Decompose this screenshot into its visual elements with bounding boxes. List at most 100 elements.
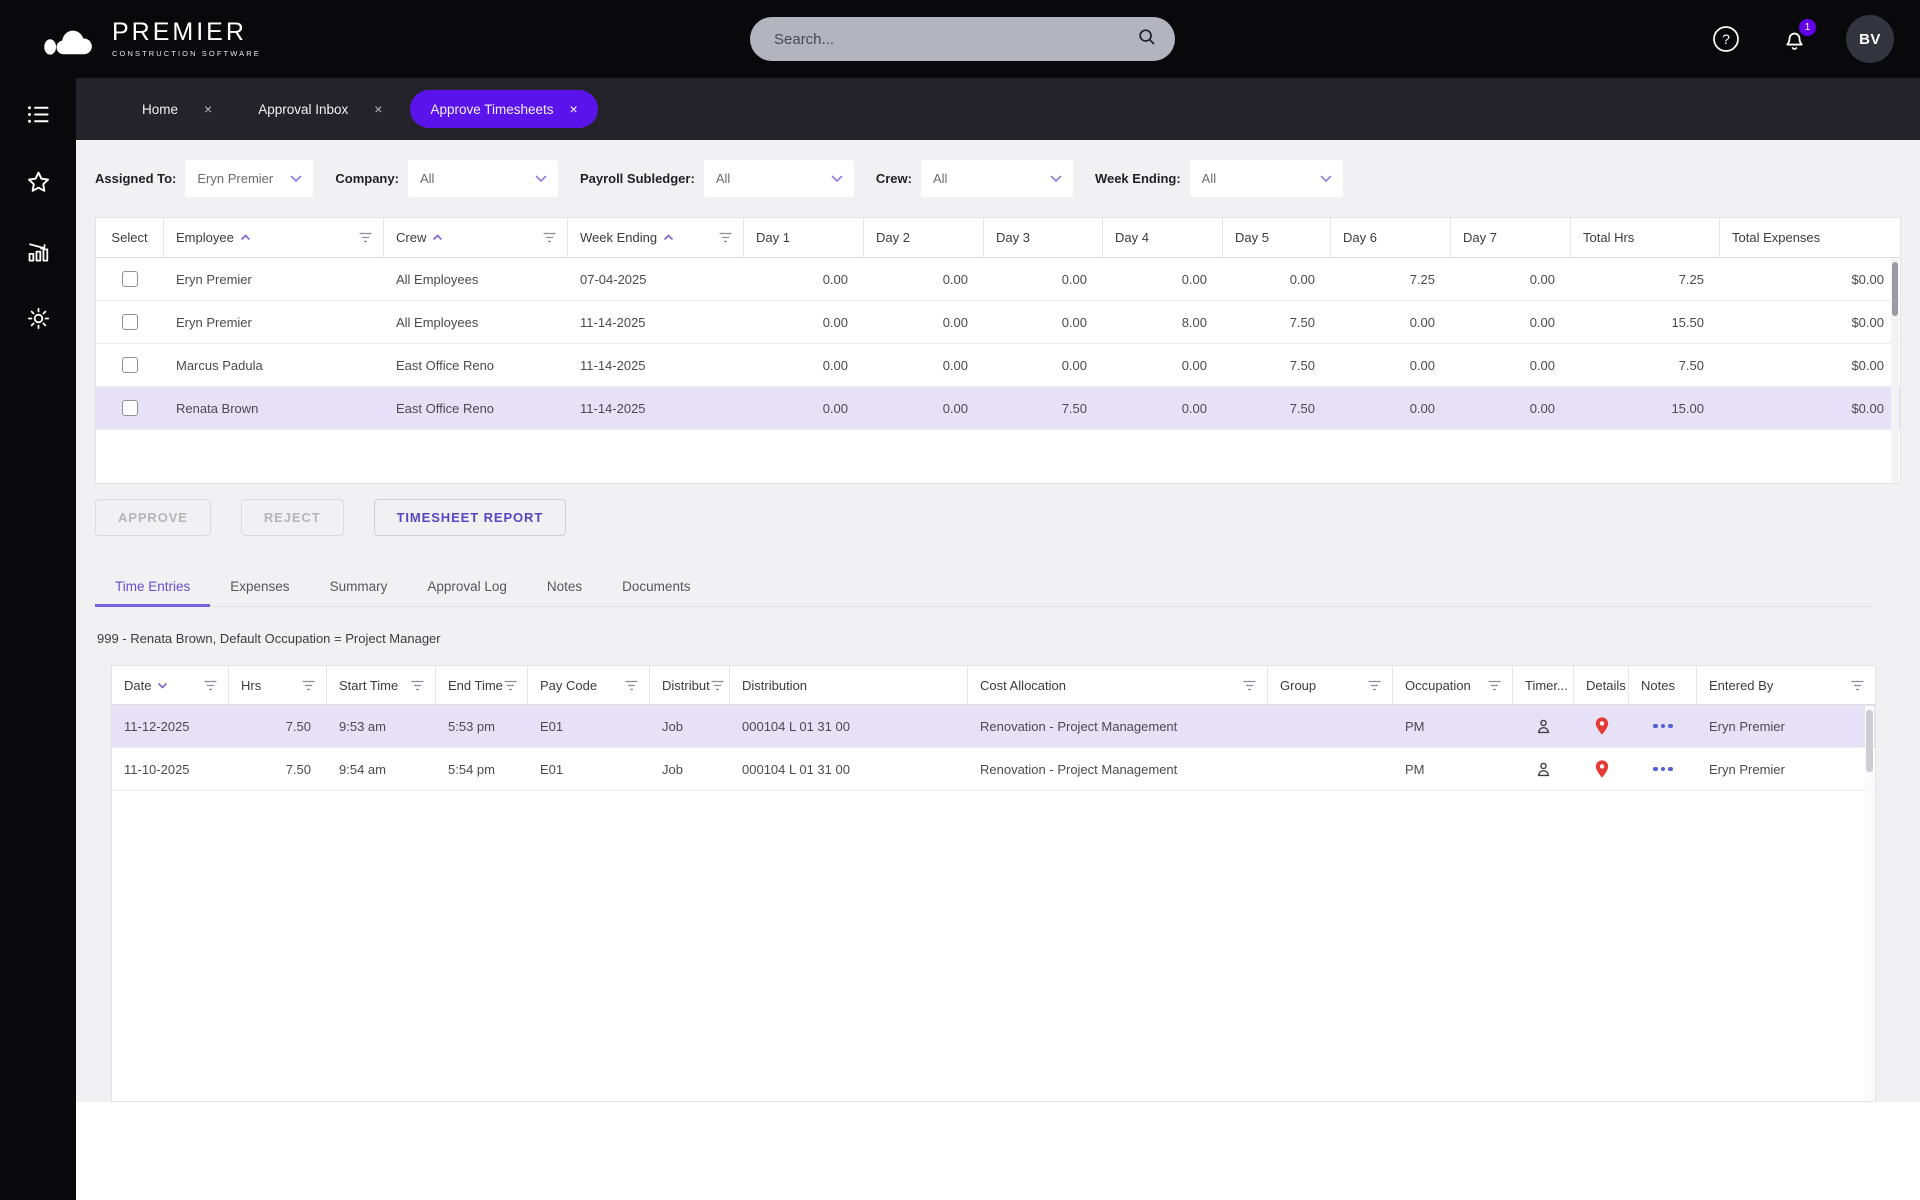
filter-icon: [301, 679, 316, 692]
row-checkbox[interactable]: [122, 400, 138, 416]
day-cell: 0.00: [1103, 387, 1223, 429]
col-day-6: Day 6: [1331, 218, 1451, 257]
approve-button[interactable]: APPROVE: [95, 499, 211, 536]
col-day-1: Day 1: [744, 218, 864, 257]
timesheet-report-button[interactable]: TIMESHEET REPORT: [374, 499, 567, 536]
tab-approve-timesheets[interactable]: Approve Timesheets ×: [410, 90, 597, 128]
crew-cell: All Employees: [384, 258, 568, 300]
timer-cell[interactable]: [1513, 705, 1574, 747]
col-date[interactable]: Date: [112, 666, 229, 704]
col-occupation[interactable]: Occupation: [1393, 666, 1513, 704]
day-cell: 7.25: [1331, 258, 1451, 300]
cost-allocation-cell: Renovation - Project Management: [968, 748, 1268, 790]
col-entered-by[interactable]: Entered By: [1697, 666, 1875, 704]
crew-select[interactable]: All: [921, 160, 1073, 197]
tab-home[interactable]: Home ×: [124, 89, 230, 129]
notifications-button[interactable]: 1: [1778, 23, 1810, 55]
tab-approval-inbox[interactable]: Approval Inbox ×: [240, 89, 400, 129]
tab-label: Approve Timesheets: [430, 102, 553, 117]
filter-icon: [710, 679, 725, 692]
col-start-time[interactable]: Start Time: [327, 666, 436, 704]
details-cell[interactable]: [1574, 705, 1629, 747]
day-cell: 0.00: [984, 301, 1103, 343]
scrollbar-thumb[interactable]: [1866, 710, 1873, 772]
tab-documents[interactable]: Documents: [602, 566, 710, 606]
filter-icon: [1367, 679, 1382, 692]
employee-cell: Eryn Premier: [164, 301, 384, 343]
gear-icon: [25, 305, 52, 337]
row-checkbox[interactable]: [122, 314, 138, 330]
main-content: Assigned To: Eryn Premier Company: All P…: [76, 140, 1920, 1102]
tab-summary[interactable]: Summary: [310, 566, 408, 606]
sort-asc-icon: [432, 234, 443, 241]
col-cost-allocation[interactable]: Cost Allocation: [968, 666, 1268, 704]
sidebar-item-settings[interactable]: [21, 304, 55, 338]
distribution-cell: 000104 L 01 31 00: [730, 748, 968, 790]
reject-button[interactable]: REJECT: [241, 499, 344, 536]
col-crew[interactable]: Crew: [384, 218, 568, 257]
timesheet-row[interactable]: Marcus Padula East Office Reno 11-14-202…: [96, 344, 1900, 387]
assigned-to-select[interactable]: Eryn Premier: [185, 160, 313, 197]
hrs-cell: 7.50: [229, 705, 327, 747]
time-entries-scrollbar[interactable]: [1865, 706, 1874, 1102]
time-entry-row-selected[interactable]: 11-12-2025 7.50 9:53 am 5:53 pm E01 Job …: [112, 705, 1875, 748]
col-hrs[interactable]: Hrs: [229, 666, 327, 704]
col-end-time[interactable]: End Time: [436, 666, 528, 704]
notes-cell[interactable]: [1629, 748, 1697, 790]
sidebar-item-menu[interactable]: [21, 100, 55, 134]
row-checkbox[interactable]: [122, 357, 138, 373]
col-employee[interactable]: Employee: [164, 218, 384, 257]
timer-cell[interactable]: [1513, 748, 1574, 790]
col-distribution-type[interactable]: Distribut: [650, 666, 730, 704]
tab-time-entries[interactable]: Time Entries: [95, 566, 210, 606]
col-day-5: Day 5: [1223, 218, 1331, 257]
workspace-tabbar: Home × Approval Inbox × Approve Timeshee…: [76, 78, 1920, 140]
search-bar[interactable]: [750, 17, 1175, 61]
row-checkbox[interactable]: [122, 271, 138, 287]
start-time-cell: 9:54 am: [327, 748, 436, 790]
timesheet-row[interactable]: Eryn Premier All Employees 07-04-2025 0.…: [96, 258, 1900, 301]
help-button[interactable]: ?: [1710, 23, 1742, 55]
timesheet-row-selected[interactable]: Renata Brown East Office Reno 11-14-2025…: [96, 387, 1900, 430]
tab-notes[interactable]: Notes: [527, 566, 602, 606]
app-logo[interactable]: PREMIER CONSTRUCTION SOFTWARE: [42, 16, 261, 63]
tab-expenses[interactable]: Expenses: [210, 566, 309, 606]
close-icon[interactable]: ×: [374, 102, 382, 116]
company-select[interactable]: All: [408, 160, 558, 197]
sidebar-item-reports[interactable]: [21, 236, 55, 270]
search-icon[interactable]: [1137, 27, 1157, 52]
close-icon[interactable]: ×: [570, 102, 578, 116]
day-cell: 7.50: [1223, 387, 1331, 429]
timesheet-row[interactable]: Eryn Premier All Employees 11-14-2025 0.…: [96, 301, 1900, 344]
date-cell: 11-10-2025: [112, 748, 229, 790]
star-icon: [25, 169, 52, 201]
payroll-subledger-select[interactable]: All: [704, 160, 854, 197]
tab-approval-log[interactable]: Approval Log: [407, 566, 527, 606]
col-week-ending[interactable]: Week Ending: [568, 218, 744, 257]
group-cell: [1268, 705, 1393, 747]
filter-row: Assigned To: Eryn Premier Company: All P…: [76, 140, 1920, 217]
details-cell[interactable]: [1574, 748, 1629, 790]
date-cell: 11-12-2025: [112, 705, 229, 747]
person-icon: [1534, 717, 1553, 736]
sort-asc-icon: [240, 234, 251, 241]
col-distribution[interactable]: Distribution: [730, 666, 968, 704]
close-icon[interactable]: ×: [204, 102, 212, 116]
search-input[interactable]: [774, 31, 1137, 48]
week-ending-select[interactable]: All: [1190, 160, 1343, 197]
notes-cell[interactable]: [1629, 705, 1697, 747]
total-hrs-cell: 7.25: [1571, 258, 1720, 300]
day-cell: 0.00: [1331, 344, 1451, 386]
col-pay-code[interactable]: Pay Code: [528, 666, 650, 704]
pay-code-cell: E01: [528, 705, 650, 747]
time-entry-row[interactable]: 11-10-2025 7.50 9:54 am 5:54 pm E01 Job …: [112, 748, 1875, 791]
timesheets-scrollbar[interactable]: [1891, 259, 1899, 483]
filter-assigned-to: Assigned To: Eryn Premier: [95, 160, 313, 197]
scrollbar-thumb[interactable]: [1892, 262, 1898, 316]
person-icon: [1534, 760, 1553, 779]
sidebar-item-favorites[interactable]: [21, 168, 55, 202]
user-avatar[interactable]: BV: [1846, 15, 1894, 63]
col-group[interactable]: Group: [1268, 666, 1393, 704]
day-cell: 0.00: [1103, 258, 1223, 300]
day-cell: 7.50: [984, 387, 1103, 429]
